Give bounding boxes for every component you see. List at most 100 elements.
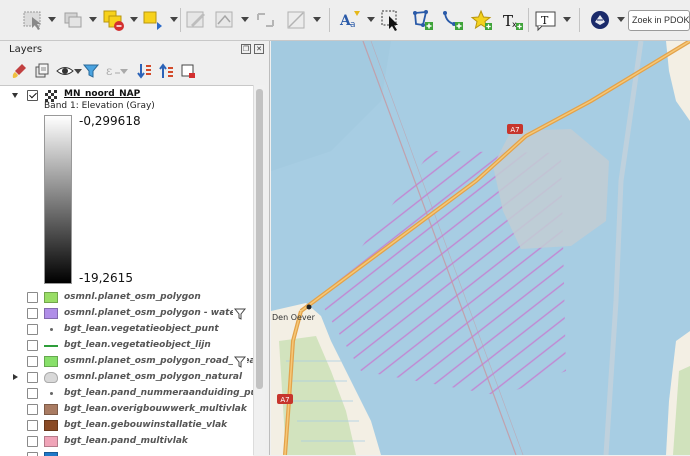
edit-pencil-icon[interactable] — [184, 8, 210, 32]
layer-tree-scrollbar[interactable] — [253, 85, 265, 455]
collapse-all-icon[interactable] — [157, 62, 175, 80]
layer-name-label[interactable]: bgt_lean.pand_nummeraanduiding_punt — [64, 388, 253, 398]
ferry-route — [603, 41, 644, 455]
main-toolbar: Aa Tx T Zoek in PDOK — [0, 0, 690, 41]
deselect-dropdown-arrow[interactable] — [89, 17, 97, 22]
layer-name-label[interactable]: osmnl.planet_osm_polygon_road_area — [64, 356, 253, 366]
layer-visibility-checkbox[interactable] — [27, 308, 38, 319]
layers-panel: Layers ❐ ✕ ε MN_noord_NAP Band 1: Elevat… — [0, 41, 270, 456]
layer-tree: MN_noord_NAP Band 1: Elevation (Gray) -0… — [0, 85, 253, 456]
layer-name-label[interactable]: bgt_lean.overigbouwwerk_multivlak — [64, 404, 247, 414]
style-brush-icon[interactable] — [10, 62, 28, 80]
layer-name-label[interactable]: osmnl.planet_osm_polygon — [64, 292, 201, 302]
fill-symbol-swatch — [44, 436, 58, 447]
layer-visibility-checkbox[interactable] — [27, 388, 38, 399]
expand-arrow-icon[interactable] — [13, 374, 18, 380]
expression-dropdown-arrow[interactable] — [120, 69, 128, 74]
layer-row[interactable]: osmnl.planet_osm_polygon - water — [0, 306, 253, 322]
add-group-icon[interactable] — [33, 62, 51, 80]
layer-row[interactable]: bgt_lean.gebouwinstallatie_vlak — [0, 418, 253, 434]
scrollbar-thumb[interactable] — [256, 89, 263, 389]
star-icon[interactable] — [469, 8, 495, 32]
layer-visibility-checkbox[interactable] — [27, 340, 38, 351]
layer-visibility-checkbox[interactable] — [27, 292, 38, 303]
label-abc-icon[interactable]: Aa — [338, 8, 364, 32]
layer-row[interactable]: bgt_lean.vegetatieobject_lijn — [0, 338, 253, 354]
shoal-area — [271, 41, 391, 171]
layer-row[interactable]: osmnl.planet_osm_polygon_road_area — [0, 354, 253, 370]
layer-visibility-checkbox[interactable] — [27, 404, 38, 415]
layer-name-label[interactable]: bgt_lean.gebouwinstallatie_vlak — [64, 420, 227, 430]
add-polygon-icon[interactable] — [410, 8, 436, 32]
plugin-dropdown-arrow[interactable] — [617, 17, 625, 22]
digitize-icon[interactable] — [213, 8, 239, 32]
toolbar-separator — [329, 8, 330, 32]
layer-name-label[interactable]: bgt_lean.vegetatieobject_punt — [64, 324, 219, 334]
node-tool-dropdown-arrow[interactable] — [313, 17, 321, 22]
layer-visibility-checkbox[interactable] — [27, 90, 38, 101]
select-layer-dropdown-arrow[interactable] — [130, 17, 138, 22]
natural-symbol-swatch — [44, 372, 58, 383]
filter-funnel-icon[interactable] — [82, 62, 100, 80]
layer-filter-icon[interactable] — [233, 307, 247, 321]
layer-row[interactable]: bgt_lean.pand_nummeraanduiding_punt — [0, 386, 253, 402]
identify-icon[interactable] — [141, 8, 167, 32]
toolbar-separator — [528, 8, 529, 32]
layer-visibility-checkbox[interactable] — [27, 452, 38, 456]
place-marker — [306, 304, 312, 310]
layer-name-label[interactable]: osmnl.planet_osm_polygon - water — [64, 308, 240, 318]
plugin-globe-icon[interactable] — [588, 8, 614, 32]
fill-symbol-swatch — [44, 292, 58, 303]
visibility-dropdown-arrow[interactable] — [74, 69, 82, 74]
deselect-icon[interactable] — [60, 8, 86, 32]
layer-name-label[interactable]: bgt_lean.pand_multivlak — [64, 436, 188, 446]
layer-visibility-checkbox[interactable] — [27, 420, 38, 431]
expand-all-icon[interactable] — [135, 62, 153, 80]
layer-name-label[interactable]: osmnl.planet_osm_polygon_natural — [64, 372, 242, 382]
map-canvas[interactable]: A7 A7 Den Oever — [271, 41, 690, 455]
layer-visibility-checkbox[interactable] — [27, 372, 38, 383]
fill-symbol-swatch — [44, 452, 58, 456]
layer-row[interactable] — [0, 450, 253, 456]
svg-text:A7: A7 — [280, 396, 289, 404]
layer-row[interactable]: osmnl.planet_osm_polygon_natural — [0, 370, 253, 386]
remove-layer-icon[interactable] — [179, 62, 197, 80]
close-panel-button[interactable]: ✕ — [254, 44, 264, 54]
svg-text:T: T — [541, 14, 549, 27]
select-label-icon[interactable] — [378, 8, 404, 32]
layer-name-label[interactable]: bgt_lean.vegetatieobject_lijn — [64, 340, 211, 350]
text-annotation-icon[interactable]: Tx — [499, 8, 525, 32]
svg-text:A7: A7 — [510, 126, 519, 134]
select-dropdown-arrow[interactable] — [48, 17, 56, 22]
float-panel-button[interactable]: ❐ — [241, 44, 251, 54]
layer-visibility-checkbox[interactable] — [27, 436, 38, 447]
digitize-dropdown-arrow[interactable] — [241, 17, 249, 22]
point-symbol-swatch — [50, 392, 53, 395]
layer-row[interactable]: bgt_lean.vegetatieobject_punt — [0, 322, 253, 338]
select-layer-icon[interactable] — [101, 8, 127, 32]
pdok-search-input[interactable]: Zoek in PDOK — [628, 10, 690, 31]
place-label-den-oever: Den Oever — [272, 313, 316, 322]
layers-toolbar: ε — [0, 59, 270, 85]
add-line-icon[interactable] — [440, 8, 466, 32]
layer-filter-icon[interactable] — [233, 355, 247, 369]
vertex-tool-icon[interactable] — [253, 8, 279, 32]
text-box-dropdown-arrow[interactable] — [563, 17, 571, 22]
select-features-icon[interactable] — [20, 8, 46, 32]
fill-symbol-swatch — [44, 404, 58, 415]
identify-dropdown-arrow[interactable] — [170, 17, 178, 22]
layer-visibility-checkbox[interactable] — [27, 356, 38, 367]
layer-row[interactable]: osmnl.planet_osm_polygon — [0, 290, 253, 306]
visibility-eye-icon[interactable] — [56, 62, 74, 80]
raster-layer-name[interactable]: MN_noord_NAP — [64, 89, 140, 99]
svg-text:ε: ε — [106, 64, 112, 78]
node-tool-icon[interactable] — [284, 8, 310, 32]
road-shield-a7-south: A7 — [277, 394, 293, 404]
layer-row[interactable]: bgt_lean.pand_multivlak — [0, 434, 253, 450]
text-box-icon[interactable]: T — [533, 8, 559, 32]
collapse-arrow-icon[interactable] — [12, 93, 18, 98]
label-dropdown-arrow[interactable] — [367, 17, 375, 22]
elevation-gradient-ramp — [44, 115, 72, 284]
layer-row[interactable]: bgt_lean.overigbouwwerk_multivlak — [0, 402, 253, 418]
layer-visibility-checkbox[interactable] — [27, 324, 38, 335]
